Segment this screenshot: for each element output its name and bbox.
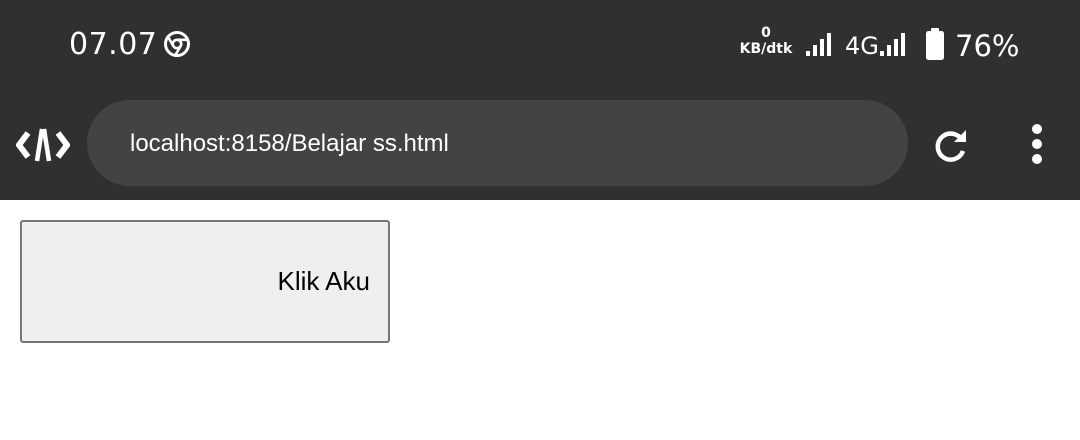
signal-icon [806,33,831,56]
more-vert-icon[interactable] [1024,124,1050,164]
page-content: Klik Aku [0,200,1080,440]
battery-percent: 76% [955,29,1020,63]
net-speed-value: 0 [761,25,771,41]
address-bar[interactable]: localhost:8158/Belajar ss.html [87,100,908,186]
battery-icon [926,28,944,60]
status-bar: 07.07 0 KB/dtk 4G 76% [0,0,1080,90]
chrome-icon [164,31,190,57]
net-speed-indicator: 0 KB/dtk [737,26,795,56]
net-speed-unit: KB/dtk [739,41,793,57]
network-type-label: 4G [845,32,879,60]
url-text[interactable]: localhost:8158/Belajar ss.html [130,130,449,158]
reload-icon[interactable] [932,127,970,165]
status-time: 07.07 [69,27,158,62]
browser-toolbar: localhost:8158/Belajar ss.html [0,90,1080,200]
signal-icon [880,33,905,56]
klik-aku-button[interactable]: Klik Aku [20,220,390,343]
devtools-icon[interactable] [16,128,70,162]
